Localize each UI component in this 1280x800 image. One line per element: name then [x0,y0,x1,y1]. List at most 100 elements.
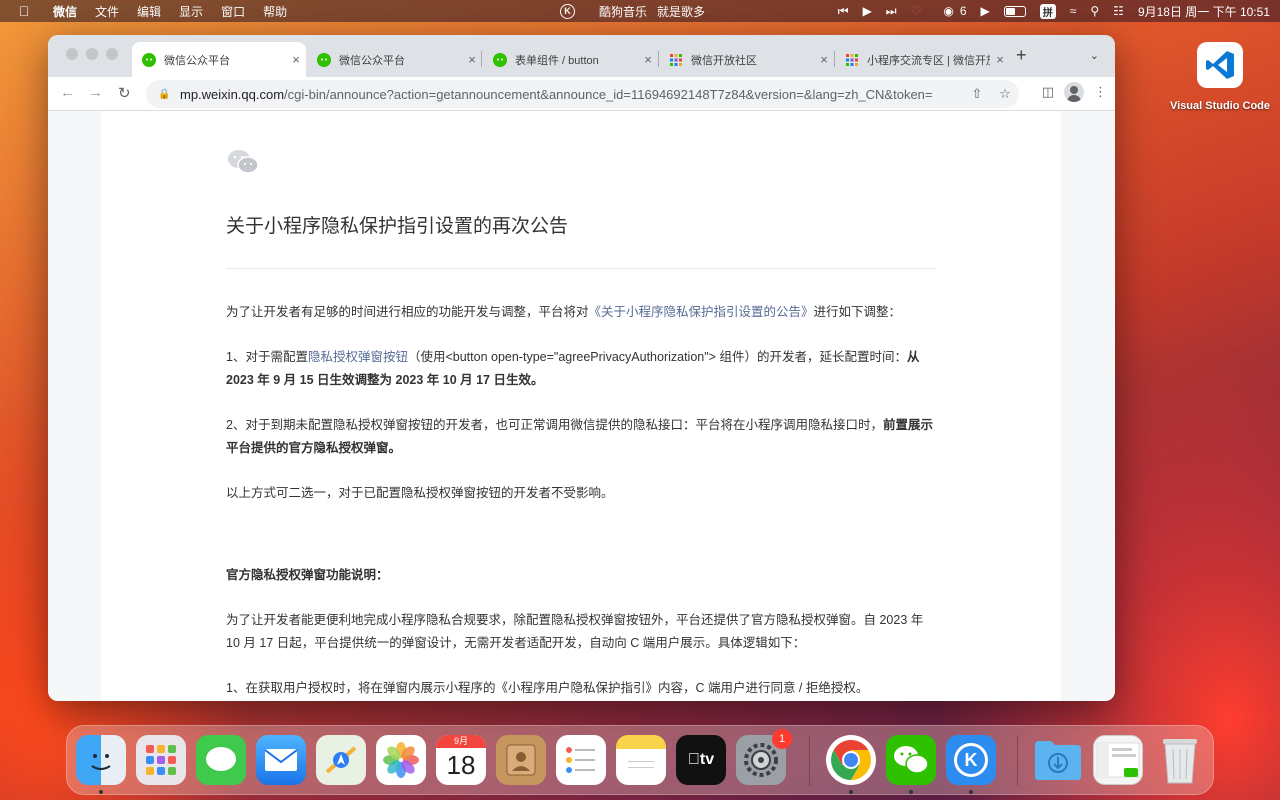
url-text[interactable]: mp.weixin.qq.com/cgi-bin/announce?action… [180,87,963,102]
menu-wechat[interactable]: 微信 [53,3,77,20]
play-circle-icon[interactable]: ▶ [981,4,990,18]
wechat-status-icon: ◉ [943,4,954,18]
wechat-unread-count: 6 [959,4,967,18]
forward-arrow-icon[interactable]: → [88,84,103,101]
menu-window[interactable]: 窗口 [221,3,245,20]
menu-file[interactable]: 文件 [95,3,119,20]
tab-title: 微信公众平台 [339,54,405,67]
zoom-window-button[interactable] [106,48,118,60]
mail-icon[interactable] [256,735,306,785]
kugou-k-icon: K [954,743,988,777]
paragraph-logic-1: 1、在获取用户授权时，将在弹窗内展示小程序的《小程序用户隐私保护指引》内容，C … [226,681,869,695]
apple-menu-icon[interactable]:  [13,3,35,19]
profile-avatar[interactable] [1064,82,1084,102]
menu-help[interactable]: 帮助 [263,3,287,20]
finder-icon[interactable] [76,735,126,785]
tab-strip: 微信公众平台 × 微信公众平台 × 表单组件 / button × 微信开放社区… [48,35,1115,77]
previous-track-icon[interactable]: ⏮ [838,4,849,19]
new-tab-button[interactable]: + [1016,45,1027,66]
tab-open-community[interactable]: 微信开放社区 × [659,42,834,77]
launchpad-icon[interactable] [136,735,186,785]
tab-miniprogram-community[interactable]: 小程序交流专区 | 微信开放 × [835,42,1010,77]
minimize-window-button[interactable] [86,48,98,60]
tv-label: tv [693,751,714,768]
wechat-status[interactable]: ◉ 6 [943,4,966,18]
tab-title: 小程序交流专区 | 微信开放 [867,54,990,67]
dock: 9月 18 tv 1 K [66,725,1214,795]
toolbar-actions: ◫ ⋮ [1042,82,1107,102]
tab-wechat-mp-1[interactable]: 微信公众平台 × [132,42,306,77]
close-tab-icon[interactable]: × [814,52,834,67]
close-tab-icon[interactable]: × [462,52,482,67]
heart-icon[interactable]: ♡ [911,4,922,18]
running-indicator [99,790,103,794]
tab-search-chevron-icon[interactable]: ⌄ [1090,49,1099,62]
system-settings-icon[interactable]: 1 [736,729,792,785]
close-tab-icon[interactable]: × [286,52,306,67]
window-controls [66,48,118,60]
control-center-icon[interactable]: ☷ [1113,4,1124,18]
play-icon[interactable]: ▶ [863,4,872,18]
reminders-icon[interactable] [556,735,606,785]
input-method-indicator[interactable]: 拼 [1039,3,1056,19]
tab-wechat-mp-2[interactable]: 微信公众平台 × [307,42,482,77]
paragraph-intro: 为了让开发者有足够的时间进行相应的功能开发与调整，平台将对《关于小程序隐私保护指… [226,301,938,324]
kugou-dock-icon[interactable]: K [946,735,996,785]
url-host: mp.weixin.qq.com [180,86,285,102]
tab-title: 微信公众平台 [164,54,230,67]
wechat-window-thumbnail[interactable] [1093,735,1143,785]
lock-icon[interactable]: 🔒 [158,89,172,100]
grid-favicon-icon [846,53,858,66]
share-icon[interactable]: ⇧ [963,86,991,102]
paragraph-note: 以上方式可二选一，对于已配置隐私授权弹窗按钮的开发者不受影响。 [226,486,614,500]
next-track-icon[interactable]: ⏭ [886,4,897,19]
photos-icon[interactable] [376,735,426,785]
desktop-vscode[interactable]: Visual Studio Code [1165,42,1275,112]
messages-icon[interactable] [196,735,246,785]
back-arrow-icon[interactable]: ← [60,84,75,101]
trash-icon[interactable] [1155,735,1205,785]
bookmark-star-icon[interactable]: ☆ [991,86,1019,102]
close-tab-icon[interactable]: × [638,52,658,67]
dock-separator [1017,736,1018,786]
address-bar[interactable]: 🔒 mp.weixin.qq.com/cgi-bin/announce?acti… [146,80,1019,108]
notes-icon[interactable] [616,735,666,785]
kugou-status-icon[interactable]: K [560,3,575,19]
apple-tv-icon[interactable]: tv [676,735,726,785]
wechat-dock-icon[interactable] [886,735,936,785]
side-panel-icon[interactable]: ◫ [1042,84,1054,100]
contacts-icon[interactable] [496,735,546,785]
more-menu-icon[interactable]: ⋮ [1094,84,1107,100]
calendar-icon[interactable]: 9月 18 [436,735,486,785]
menu-view[interactable]: 显示 [179,3,203,20]
battery-icon[interactable] [1003,5,1026,17]
previous-announcement-link[interactable]: 《关于小程序隐私保护指引设置的公告》 [589,305,814,319]
reload-icon[interactable]: ↻ [118,84,131,102]
wechat-favicon-icon [317,52,331,67]
bold-text: 官方隐私授权弹窗功能说明： [226,568,389,582]
browser-toolbar: ← → ↻ 🔒 mp.weixin.qq.com/cgi-bin/announc… [48,77,1115,111]
text: （使用<button open-type="agreePrivacyAuthor… [407,350,907,364]
page-viewport: 关于小程序隐私保护指引设置的再次公告 为了让开发者有足够的时间进行相应的功能开发… [48,111,1115,701]
tab-title: 微信开放社区 [691,54,757,67]
chrome-icon[interactable] [826,735,876,785]
menubar-clock[interactable]: 9月18日 周一 下午 10:51 [1138,3,1270,20]
text: 2、对于到期未配置隐私授权弹窗按钮的开发者，也可正常调用微信提供的隐私接口：平台… [226,418,883,432]
wifi-icon[interactable]: ≈ [1070,4,1077,18]
close-tab-icon[interactable]: × [990,52,1010,67]
notification-badge: 1 [772,729,792,749]
maps-icon[interactable] [316,735,366,785]
text: 1、对于需配置 [226,350,308,364]
tab-button-docs[interactable]: 表单组件 / button × [483,42,658,77]
downloads-folder-icon[interactable] [1033,735,1083,785]
privacy-button-link[interactable]: 隐私授权弹窗按钮 [308,350,408,364]
text: 进行如下调整： [813,305,902,319]
spotlight-search-icon[interactable]: ⚲ [1090,4,1099,18]
announcement-page: 关于小程序隐私保护指引设置的再次公告 为了让开发者有足够的时间进行相应的功能开发… [101,111,1061,701]
close-window-button[interactable] [66,48,78,60]
grid-favicon-icon [670,53,682,66]
menu-edit[interactable]: 编辑 [137,3,161,20]
vscode-icon [1197,42,1243,88]
paragraph-official-popup: 为了让开发者能更便利地完成小程序隐私合规要求，除配置隐私授权弹窗按钮外，平台还提… [226,613,924,650]
url-path: /cgi-bin/announce?action=getannouncement… [284,86,933,102]
